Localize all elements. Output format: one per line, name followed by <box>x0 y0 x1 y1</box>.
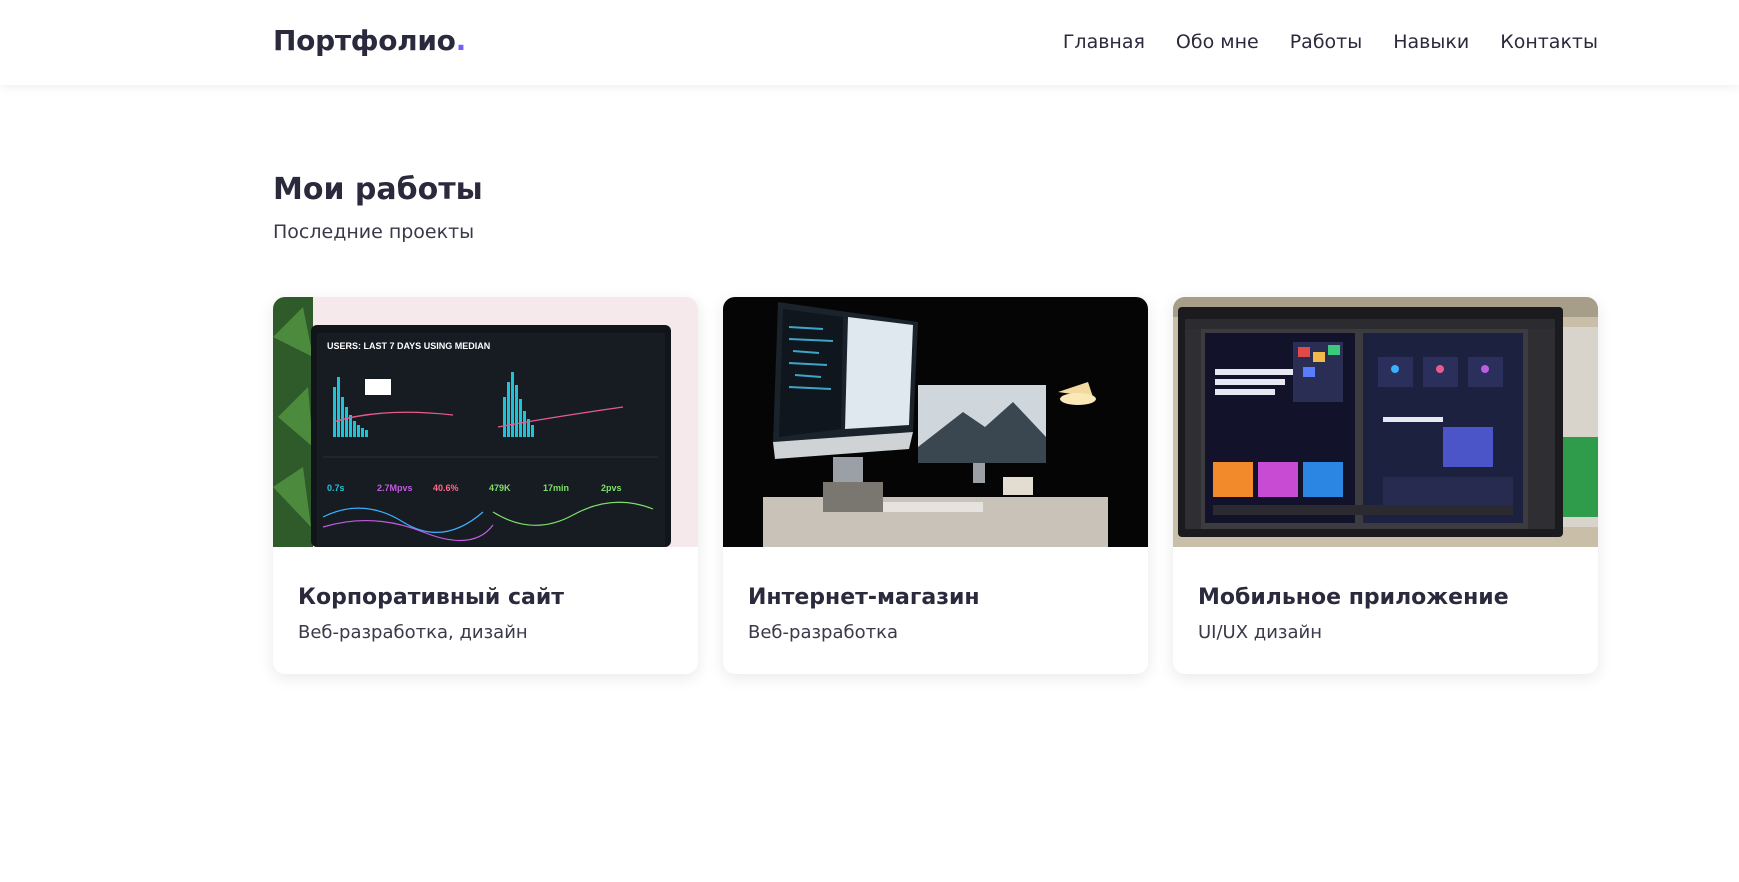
main-nav: Главная Обо мне Работы Навыки Контакты <box>1063 31 1598 53</box>
svg-text:479K: 479K <box>489 483 511 493</box>
project-category: Веб-разработка, дизайн <box>298 622 528 643</box>
nav-link-about[interactable]: Обо мне <box>1176 31 1259 53</box>
project-title: Интернет-магазин <box>748 585 980 610</box>
project-card[interactable]: Интернет-магазин Веб-разработка <box>723 297 1148 674</box>
project-card[interactable]: USERS: LAST 7 DAYS USING MEDIAN 0.7s 2.7… <box>273 297 698 674</box>
project-image-desk-setup <box>723 297 1148 547</box>
site-header: Портфолио. Главная Обо мне Работы Навыки… <box>0 0 1739 85</box>
svg-text:40.6%: 40.6% <box>433 483 459 493</box>
nav-link-skills[interactable]: Навыки <box>1393 31 1469 53</box>
project-title: Корпоративный сайт <box>298 585 565 610</box>
project-category: UI/UX дизайн <box>1198 622 1322 643</box>
section-title: Мои работы <box>273 172 483 207</box>
project-category: Веб-разработка <box>748 622 899 643</box>
svg-text:2pvs: 2pvs <box>601 483 622 493</box>
project-image-analytics: USERS: LAST 7 DAYS USING MEDIAN 0.7s 2.7… <box>273 297 698 547</box>
site-logo[interactable]: Портфолио. <box>273 24 466 57</box>
project-card[interactable]: Мобильное приложение UI/UX дизайн <box>1173 297 1598 674</box>
project-title: Мобильное приложение <box>1198 585 1509 610</box>
project-image-design-monitor <box>1173 297 1598 547</box>
svg-text:0.7s: 0.7s <box>327 483 345 493</box>
portfolio-grid: USERS: LAST 7 DAYS USING MEDIAN 0.7s 2.7… <box>273 297 1598 674</box>
svg-text:2.7Mpvs: 2.7Mpvs <box>377 483 413 493</box>
nav-link-contacts[interactable]: Контакты <box>1500 31 1598 53</box>
svg-text:USERS: LAST 7 DAYS USING MEDIA: USERS: LAST 7 DAYS USING MEDIAN <box>327 341 490 351</box>
nav-link-home[interactable]: Главная <box>1063 31 1145 53</box>
svg-text:17min: 17min <box>543 483 569 493</box>
nav-link-works[interactable]: Работы <box>1290 31 1363 53</box>
section-subtitle: Последние проекты <box>273 221 475 243</box>
